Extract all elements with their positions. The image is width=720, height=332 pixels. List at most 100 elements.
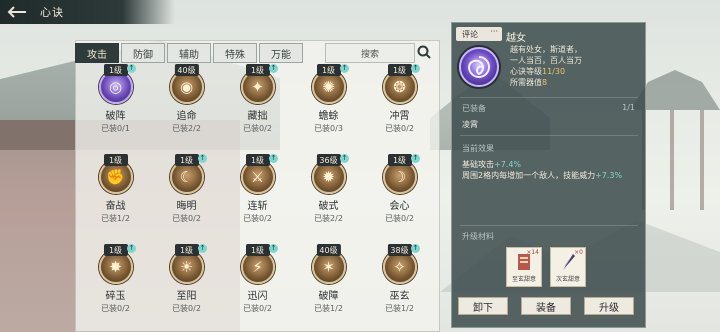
skill-item[interactable]: 1级 ↑ ⚡ 迅闪 已装0/2 bbox=[222, 244, 293, 328]
skill-name: 破式 bbox=[318, 201, 339, 212]
material-item[interactable]: ×14 至玄甜意 bbox=[506, 247, 542, 287]
equipped-count: 1/1 bbox=[622, 103, 635, 112]
skill-title: 越女 bbox=[506, 33, 526, 44]
level-badge: 1级 bbox=[103, 244, 128, 256]
upgrade-arrow-icon: ↑ bbox=[198, 244, 207, 253]
back-button[interactable] bbox=[0, 0, 34, 24]
skill-detail-panel: 评论 ··· 越女 越有处女，斯道者， 一人当百，百人当万 心诀等级11/30 … bbox=[451, 22, 646, 328]
tab-support[interactable]: 辅助 bbox=[167, 43, 211, 63]
skill-item[interactable]: 1级 ✊ 奋战 已装1/2 bbox=[80, 154, 151, 238]
tab-universal[interactable]: 万能 bbox=[259, 43, 303, 63]
desc-line: 一人当百，百人当万 bbox=[510, 56, 582, 65]
upgrade-arrow-icon: ↑ bbox=[340, 154, 349, 163]
skill-item[interactable]: 1级 ↑ ⚔ 连斩 已装0/2 bbox=[222, 154, 293, 238]
upgrade-arrow-icon: ↑ bbox=[340, 64, 349, 73]
level-badge: 38级 bbox=[387, 244, 412, 256]
skill-equip-count: 已装0/1 bbox=[101, 124, 130, 133]
skill-name: 藏拙 bbox=[247, 111, 268, 122]
effect-value: +7.3% bbox=[595, 171, 623, 180]
cost-row: 所需器值8 bbox=[510, 77, 640, 88]
skill-equip-count: 已装0/2 bbox=[172, 304, 201, 313]
skill-equip-count: 已装2/2 bbox=[172, 124, 201, 133]
equip-button[interactable]: 装备 bbox=[521, 297, 571, 315]
skill-item[interactable]: 38级 ↑ ✧ 巫玄 已装1/2 bbox=[364, 244, 435, 328]
tab-special[interactable]: 特殊 bbox=[213, 43, 257, 63]
cost-label: 所需器值 bbox=[510, 78, 542, 87]
upgrade-arrow-icon: ↑ bbox=[269, 244, 278, 253]
effect-line: 基础攻击+7.4% bbox=[462, 159, 622, 170]
skill-name: 至阳 bbox=[176, 291, 197, 302]
unequip-button[interactable]: 卸下 bbox=[458, 297, 508, 315]
effect-value: +7.4% bbox=[494, 160, 522, 169]
top-header: 心诀 bbox=[0, 0, 175, 24]
divider bbox=[460, 135, 638, 136]
desc-line: 越有处女，斯道者， bbox=[510, 45, 582, 54]
search-input[interactable]: 搜索 bbox=[325, 43, 415, 63]
upgrade-arrow-icon: ↑ bbox=[127, 244, 136, 253]
level-value: 11/30 bbox=[542, 67, 566, 76]
back-arrow-icon bbox=[7, 6, 26, 18]
equipped-value: 凌霄 bbox=[462, 120, 478, 129]
skill-name: 巫玄 bbox=[389, 291, 410, 302]
skill-item[interactable]: 1级 ↑ ❂ 冲霄 已装0/2 bbox=[364, 64, 435, 148]
skill-item[interactable]: 1级 ↑ ◎ 破阵 已装0/1 bbox=[80, 64, 151, 148]
level-label: 心诀等级 bbox=[510, 67, 542, 76]
skill-item[interactable]: 1级 ↑ ✺ 蟾蜍 已装0/3 bbox=[293, 64, 364, 148]
skill-name: 蟾蜍 bbox=[318, 111, 339, 122]
divider bbox=[460, 225, 638, 226]
selected-skill-icon bbox=[459, 47, 499, 87]
tab-defense[interactable]: 防御 bbox=[121, 43, 165, 63]
level-badge: 36级 bbox=[316, 154, 341, 166]
skill-name: 奋战 bbox=[105, 201, 126, 212]
skill-equip-count: 已装0/2 bbox=[172, 214, 201, 223]
material-item[interactable]: ×0 次玄甜意 bbox=[550, 247, 586, 287]
skill-item[interactable]: 1级 ↑ ☽ 会心 已装0/2 bbox=[364, 154, 435, 238]
skill-item[interactable]: 1级 ↑ ✦ 藏拙 已装0/2 bbox=[222, 64, 293, 148]
skill-item[interactable]: 1级 ↑ ☀ 至阳 已装0/2 bbox=[151, 244, 222, 328]
skill-name: 会心 bbox=[389, 201, 410, 212]
skill-equip-count: 已装0/2 bbox=[243, 214, 272, 223]
upgrade-arrow-icon: ↑ bbox=[198, 154, 207, 163]
action-buttons: 卸下 装备 升级 bbox=[458, 297, 634, 315]
material-name: 次玄甜意 bbox=[555, 276, 580, 283]
search-icon bbox=[417, 45, 431, 59]
skill-item[interactable]: 1级 ↑ ☾ 晦明 已装0/2 bbox=[151, 154, 222, 238]
skill-name: 晦明 bbox=[176, 201, 197, 212]
skill-equip-count: 已装1/2 bbox=[314, 304, 343, 313]
vortex-icon bbox=[467, 56, 490, 78]
skill-equip-count: 已装0/2 bbox=[385, 124, 414, 133]
upgrade-arrow-icon: ↑ bbox=[411, 154, 420, 163]
review-button[interactable]: 评论 ··· bbox=[456, 27, 502, 41]
level-badge: 1级 bbox=[245, 244, 270, 256]
level-badge: 1级 bbox=[245, 64, 270, 76]
material-count: ×14 bbox=[526, 249, 539, 256]
effect-line: 周围2格内每增加一个敌人，技能威力+7.3% bbox=[462, 170, 622, 181]
level-badge: 1级 bbox=[316, 64, 341, 76]
search-button[interactable] bbox=[414, 42, 434, 62]
skill-grid: 1级 ↑ ◎ 破阵 已装0/1 40级 ◉ 追命 已装2/2 1级 ↑ ✦ 藏拙 已装0/2 1级 ↑ ✺ 蟾蜍已… bbox=[80, 64, 435, 328]
level-badge: 1级 bbox=[387, 154, 412, 166]
skill-equip-count: 已装0/2 bbox=[385, 214, 414, 223]
skill-item[interactable]: 36级 ↑ ✹ 破式 已装2/2 bbox=[293, 154, 364, 238]
skill-equip-count: 已装1/2 bbox=[385, 304, 414, 313]
skill-item[interactable]: 40级 ◉ 追命 已装2/2 bbox=[151, 64, 222, 148]
tab-attack[interactable]: 攻击 bbox=[75, 43, 119, 63]
skill-equip-count: 已装0/3 bbox=[314, 124, 343, 133]
skill-item[interactable]: 40级 ✶ 破障 已装1/2 bbox=[293, 244, 364, 328]
skill-name: 迅闪 bbox=[247, 291, 268, 302]
level-badge: 40级 bbox=[174, 64, 199, 76]
effect-label: 当前效果 bbox=[462, 144, 494, 153]
skill-equip-count: 已装0/2 bbox=[101, 304, 130, 313]
review-label: 评论 bbox=[462, 29, 478, 39]
divider bbox=[460, 97, 638, 98]
upgrade-arrow-icon: ↑ bbox=[411, 64, 420, 73]
upgrade-arrow-icon: ↑ bbox=[269, 154, 278, 163]
skill-name: 追命 bbox=[176, 111, 197, 122]
level-badge: 1级 bbox=[245, 154, 270, 166]
skill-name: 冲霄 bbox=[389, 111, 410, 122]
level-badge: 1级 bbox=[174, 154, 199, 166]
upgrade-button[interactable]: 升级 bbox=[584, 297, 634, 315]
skill-item[interactable]: 1级 ↑ ✸ 碎玉 已装0/2 bbox=[80, 244, 151, 328]
upgrade-arrow-icon: ↑ bbox=[127, 64, 136, 73]
level-badge: 1级 bbox=[174, 244, 199, 256]
